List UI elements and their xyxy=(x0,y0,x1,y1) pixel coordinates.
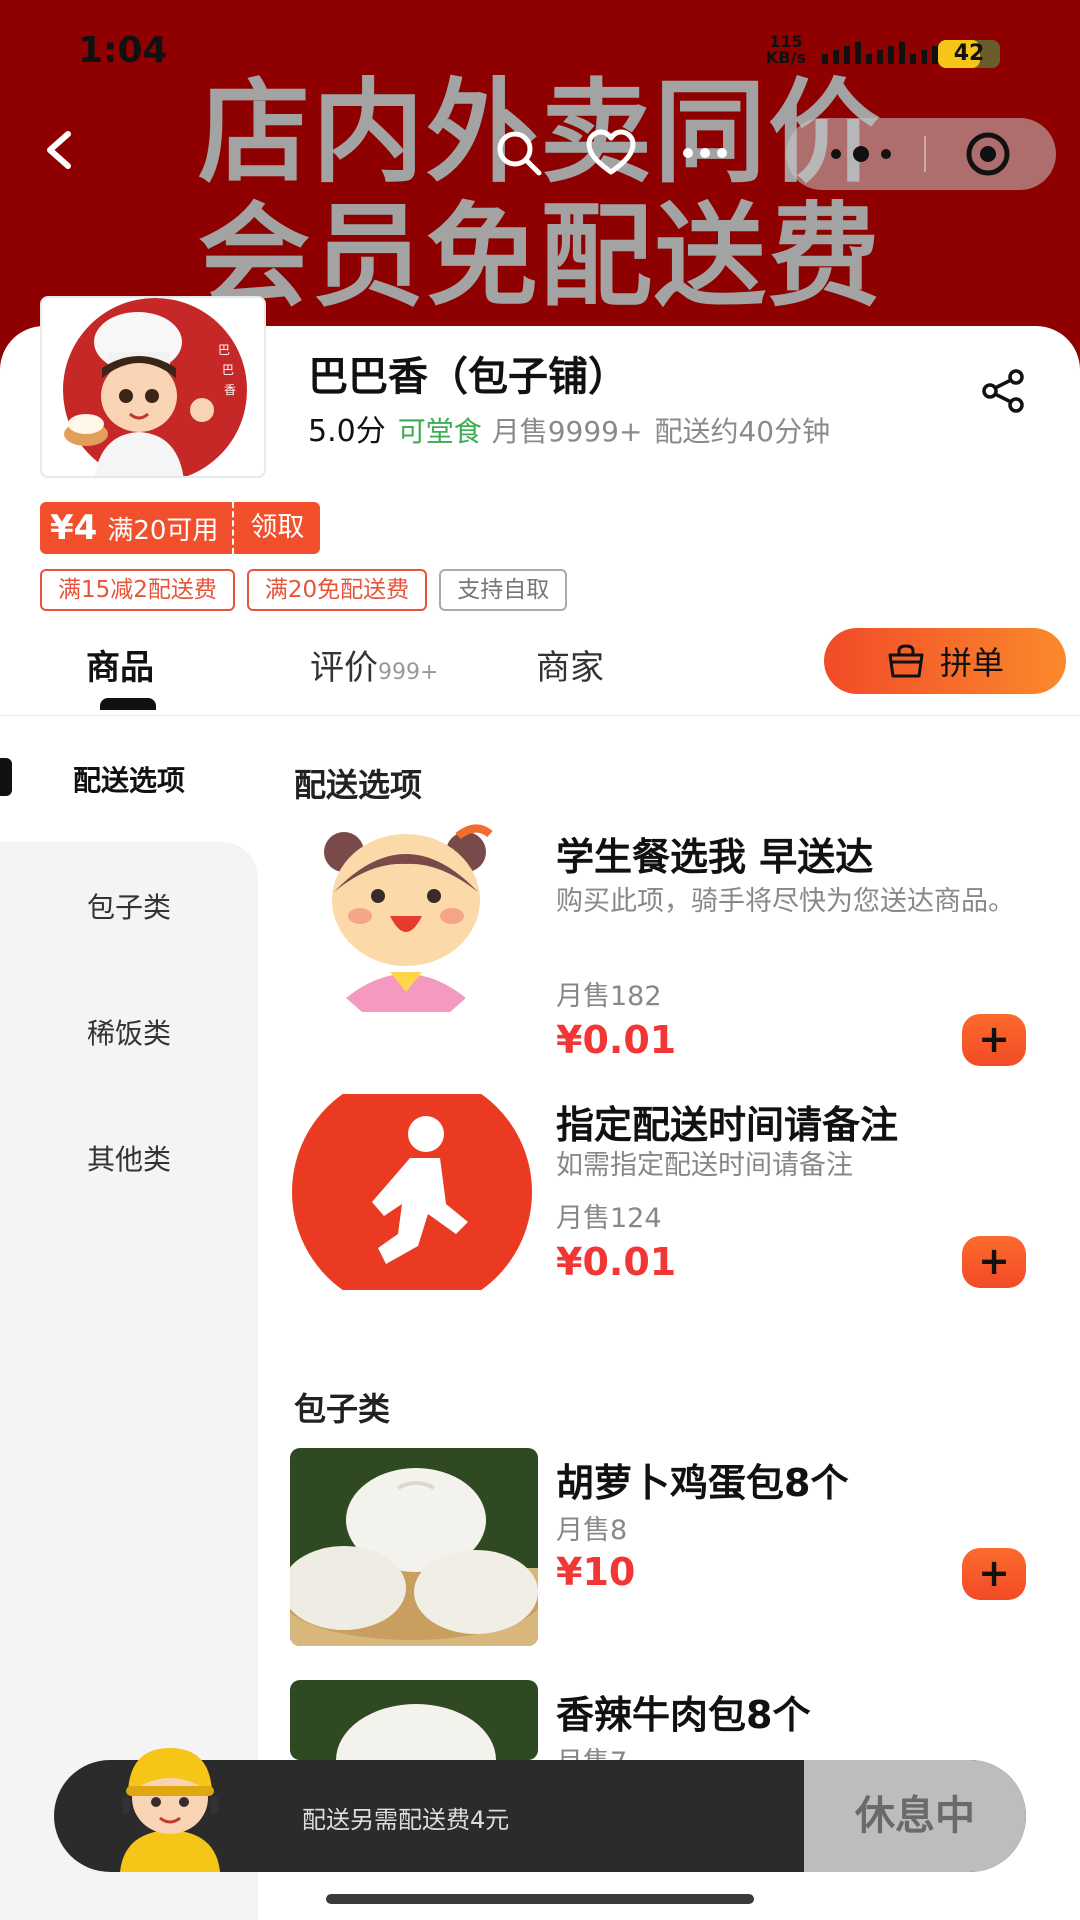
promo-tag: 满15减2配送费 xyxy=(40,569,235,611)
promo-tag: 满20免配送费 xyxy=(246,569,428,611)
group-order-label: 拼单 xyxy=(939,644,1004,682)
battery-icon: 42 xyxy=(938,40,1000,68)
product-sales: 月售7 xyxy=(556,1740,627,1760)
add-to-cart-button[interactable]: + xyxy=(962,1548,1026,1600)
network-speed-unit: KB/s xyxy=(766,48,806,67)
tab-reviews-count: 999+ xyxy=(378,660,439,685)
mini-program-capsule xyxy=(786,118,1056,190)
product-price: ¥10 xyxy=(556,1550,636,1594)
product-name: 胡萝卜鸡蛋包8个 xyxy=(556,1461,849,1505)
tab-products-label: 商品 xyxy=(86,648,154,688)
product-image-student-meal[interactable] xyxy=(290,822,538,1022)
promo-tags: 满15减2配送费 满20免配送费 支持自取 xyxy=(40,569,568,611)
product-price: ¥0.01 xyxy=(556,1240,677,1284)
coupon-amount: ¥4 xyxy=(50,508,98,548)
product-image-spicy-beef-bun[interactable] xyxy=(290,1680,538,1760)
tab-products[interactable]: 商品 xyxy=(86,640,154,689)
search-icon[interactable] xyxy=(494,128,544,178)
category-buns[interactable]: 包子类 xyxy=(0,886,258,926)
avatar-sign: 巴 xyxy=(218,343,230,357)
chevron-left-icon[interactable] xyxy=(38,128,82,172)
product-image-walking-person[interactable] xyxy=(290,1094,538,1290)
network-speed: 115 KB/s xyxy=(766,34,806,66)
product-sales: 月售8 xyxy=(556,1515,628,1546)
product-sales: 月售182 xyxy=(556,981,662,1012)
tab-reviews-label: 评价 xyxy=(310,648,378,688)
group-order-button[interactable]: 拼单 xyxy=(824,628,1066,694)
tab-merchant-label: 商家 xyxy=(536,648,604,688)
dine-in-label: 可堂食 xyxy=(397,415,482,448)
add-to-cart-button[interactable]: + xyxy=(962,1014,1026,1066)
shop-name: 巴巴香（包子铺） xyxy=(308,354,628,400)
tab-merchant[interactable]: 商家 xyxy=(536,640,604,689)
category-delivery-options[interactable]: 配送选项 xyxy=(0,759,258,799)
coupon-claim-button[interactable]: 领取 xyxy=(232,502,321,554)
shop-avatar[interactable]: 巴 巴 香 xyxy=(40,296,266,478)
section-title-buns: 包子类 xyxy=(294,1390,391,1428)
heart-icon[interactable] xyxy=(586,128,636,178)
shop-meta: 5.0分 可堂食 月售9999+ 配送约40分钟 xyxy=(308,406,830,450)
category-others[interactable]: 其他类 xyxy=(0,1138,258,1178)
more-dots-icon[interactable] xyxy=(680,128,730,178)
tab-reviews[interactable]: 评价999+ xyxy=(310,640,438,689)
home-indicator xyxy=(326,1894,754,1904)
shop-resting-button[interactable]: 休息中 xyxy=(804,1760,1026,1872)
add-to-cart-button[interactable]: + xyxy=(962,1236,1026,1288)
svg-text:巴: 巴 xyxy=(222,363,234,377)
menu-dots-icon[interactable] xyxy=(826,140,896,168)
share-icon[interactable] xyxy=(980,368,1026,414)
shopping-bag-icon xyxy=(888,644,924,678)
delivery-fee-tip: 配送另需配送费4元 xyxy=(302,1806,510,1834)
close-target-icon[interactable] xyxy=(964,130,1012,178)
delivery-time: 配送约40分钟 xyxy=(654,415,831,448)
battery-level: 42 xyxy=(953,41,985,66)
monthly-sales: 月售9999+ xyxy=(491,415,643,448)
category-porridge[interactable]: 稀饭类 xyxy=(0,1012,258,1052)
product-name: 香辣牛肉包8个 xyxy=(556,1693,811,1737)
product-desc: 购买此项，骑手将尽快为您送达商品。 xyxy=(556,886,1015,917)
coupon-body: ¥4 满20可用 xyxy=(40,502,233,554)
svg-text:香: 香 xyxy=(224,383,236,397)
coupon[interactable]: ¥4 满20可用 领取 xyxy=(40,502,321,554)
section-title-delivery: 配送选项 xyxy=(294,766,423,804)
product-name: 学生餐选我 早送达 xyxy=(556,835,874,879)
status-time: 1:04 xyxy=(78,30,168,71)
product-image-carrot-egg-bun[interactable] xyxy=(290,1448,538,1646)
shop-score: 5.0分 xyxy=(308,414,386,449)
product-desc: 如需指定配送时间请备注 xyxy=(556,1150,853,1181)
product-name: 指定配送时间请备注 xyxy=(556,1103,899,1147)
product-price: ¥0.01 xyxy=(556,1018,677,1062)
delivery-rider-icon xyxy=(120,1748,220,1872)
promo-tag: 支持自取 xyxy=(439,569,568,611)
coupon-condition: 满20可用 xyxy=(107,515,219,546)
tab-indicator xyxy=(100,698,156,710)
product-sales: 月售124 xyxy=(556,1203,662,1234)
